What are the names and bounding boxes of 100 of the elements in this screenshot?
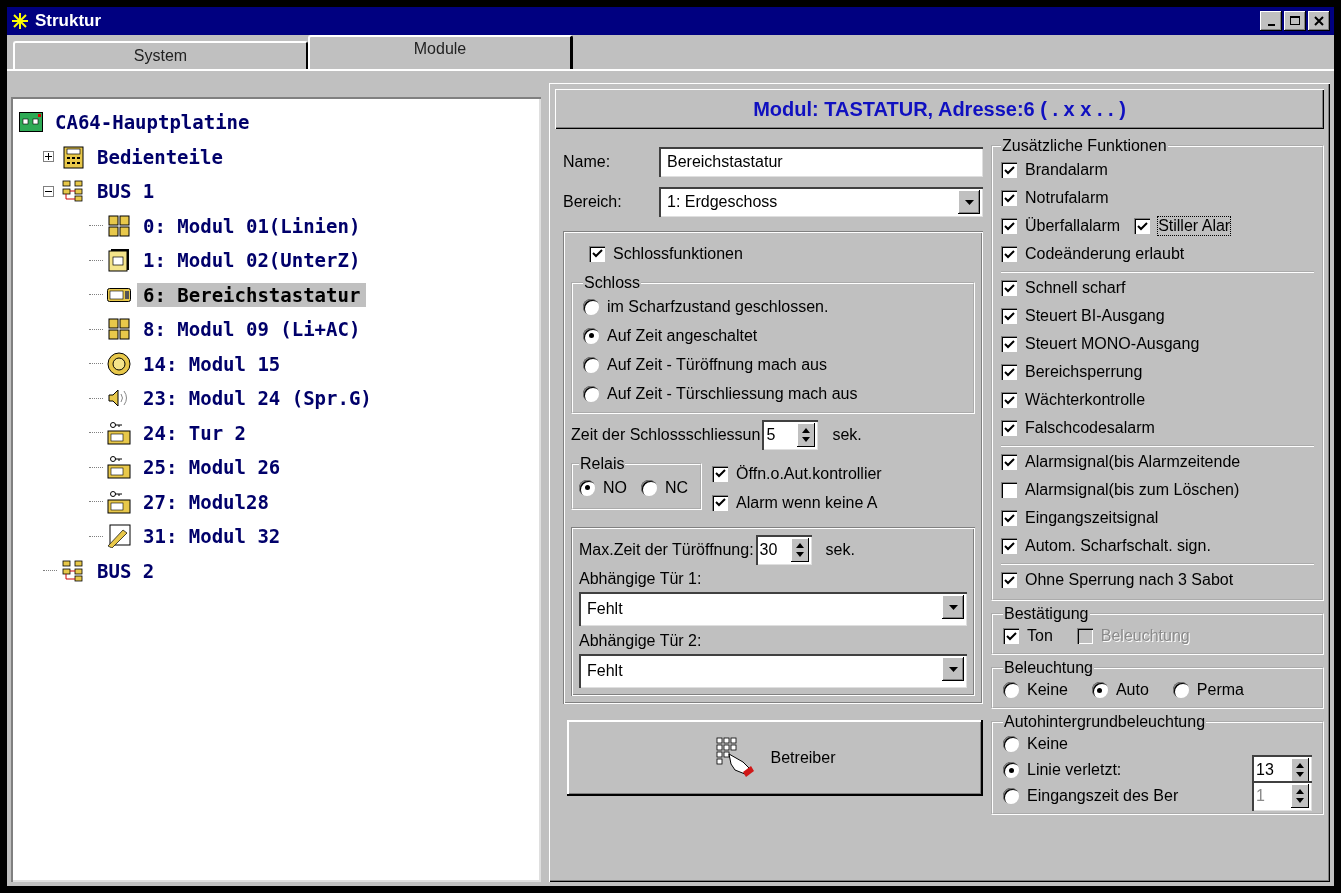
group-title: Zusätzliche Funktionen	[1001, 137, 1168, 155]
checkbox[interactable]	[1001, 482, 1017, 498]
disc-icon	[107, 351, 131, 376]
radio-button[interactable]	[583, 356, 599, 373]
tab[interactable]: System	[13, 41, 308, 69]
tree-item[interactable]: 0: Modul 01(Linien)	[137, 213, 367, 238]
star-icon	[11, 12, 29, 30]
radio-label: Eingangszeit des Ber	[1027, 787, 1179, 805]
checkbox-label: Steuert MONO-Ausgang	[1025, 335, 1200, 353]
tree-item[interactable]: 14: Modul 15	[137, 351, 287, 376]
expand-toggle[interactable]	[43, 151, 57, 163]
radio-button[interactable]	[641, 479, 657, 496]
minimize-button[interactable]	[1260, 11, 1282, 31]
tree-item[interactable]: 24: Tur 2	[137, 420, 252, 445]
radio-label: Keine	[1027, 681, 1068, 699]
spin-arrows-icon	[790, 537, 809, 562]
checkbox[interactable]	[1001, 336, 1017, 352]
checkbox[interactable]	[1001, 454, 1017, 470]
checkbox-label: Öffn.o.Aut.kontrollier	[736, 464, 882, 483]
checkbox[interactable]	[1001, 280, 1017, 296]
operator-button[interactable]: Betreiber	[567, 720, 983, 796]
module-icon	[107, 213, 131, 238]
checkbox[interactable]	[589, 245, 605, 262]
radio-button[interactable]	[1172, 682, 1189, 698]
number-field[interactable]: 30	[755, 534, 812, 565]
radio-label: Auto	[1115, 681, 1149, 699]
area-dropdown[interactable]: 1: Erdgeschoss	[659, 187, 983, 217]
minimize-icon	[1267, 24, 1275, 26]
tree-item[interactable]: 1: Modul 02(UnterZ)	[137, 248, 367, 273]
keyboard-icon	[107, 287, 131, 302]
radio-label: Auf Zeit - Türöffnung mach aus	[607, 355, 827, 374]
checkbox-label: Wächterkontrolle	[1025, 391, 1146, 409]
tree-item[interactable]: 27: Modul28	[137, 489, 275, 514]
expand-toggle[interactable]	[43, 185, 57, 197]
tree-item[interactable]: CA64-Hauptplatine	[49, 110, 256, 135]
radio-label: Auf Zeit angeschaltet	[607, 326, 758, 345]
close-icon	[1314, 16, 1324, 26]
group-title: Bestätigung	[1003, 605, 1090, 623]
radio-button[interactable]	[1003, 788, 1019, 804]
close-button[interactable]	[1308, 11, 1330, 31]
radio-button[interactable]	[1003, 736, 1019, 752]
checkbox[interactable]	[1001, 392, 1017, 408]
checkbox[interactable]	[712, 465, 729, 482]
name-field[interactable]: Bereichstastatur	[659, 147, 983, 177]
tree-item[interactable]: 6: Bereichstastatur	[137, 282, 367, 307]
tree-item[interactable]: 23: Modul 24 (Spr.G)	[137, 386, 378, 411]
network-icon	[61, 179, 85, 204]
checkbox[interactable]	[1001, 510, 1017, 526]
tab[interactable]: Module	[308, 35, 573, 69]
checkbox[interactable]	[1001, 420, 1017, 436]
module-header: Modul: TASTATUR, Adresse:6 ( . x x . . )	[555, 89, 1324, 129]
checkbox[interactable]	[1134, 218, 1151, 234]
key-keypad-icon	[107, 489, 131, 514]
checkbox-label: Alarm wenn keine A	[736, 493, 878, 512]
tree-item[interactable]: Bedienteile	[91, 144, 229, 169]
door-dropdown[interactable]: Fehlt	[579, 592, 967, 626]
maximize-button[interactable]	[1284, 11, 1306, 31]
checkbox[interactable]	[1001, 308, 1017, 324]
tree-item[interactable]: 8: Modul 09 (Li+AC)	[137, 317, 367, 342]
radio-button[interactable]	[579, 479, 595, 496]
checkbox-label: Ton	[1027, 627, 1053, 645]
checkbox-label: Bereichsperrung	[1025, 363, 1143, 381]
network-icon	[61, 558, 85, 583]
checkbox-label: Eingangszeitsignal	[1025, 509, 1159, 527]
number-field[interactable]: 5	[762, 419, 819, 450]
tree-item[interactable]: 25: Modul 26	[137, 455, 287, 480]
checkbox-label: Stiller Alar	[1158, 217, 1231, 235]
radio-button[interactable]	[1091, 682, 1108, 698]
checkbox-label: Überfallalarm	[1025, 217, 1121, 235]
tree-item[interactable]: 31: Modul 32	[137, 524, 287, 549]
radio-label: NC	[665, 478, 689, 497]
radio-button[interactable]	[583, 327, 599, 344]
checkbox-label: Brandalarm	[1025, 161, 1108, 179]
radio-button[interactable]	[1003, 682, 1019, 698]
unit-label: sek.	[832, 425, 862, 444]
checkbox[interactable]	[1001, 538, 1017, 554]
module-icon	[107, 317, 131, 342]
checkbox[interactable]	[1001, 218, 1017, 234]
radio-button[interactable]	[1003, 762, 1019, 778]
checkbox[interactable]	[1001, 246, 1017, 262]
radio-label: Perma	[1196, 681, 1244, 699]
checkbox-label: Notrufalarm	[1025, 189, 1109, 207]
group-title: Autohintergrundbeleuchtung	[1003, 713, 1207, 731]
tree-item[interactable]: BUS 1	[91, 179, 161, 204]
name-label: Name:	[563, 153, 612, 171]
checkbox[interactable]	[1001, 572, 1017, 588]
dependent-door-label: Abhängige Tür 1:	[579, 570, 703, 588]
checkbox[interactable]	[1001, 162, 1017, 178]
checkbox[interactable]	[1001, 190, 1017, 206]
checkbox-label: Steuert BI-Ausgang	[1025, 307, 1165, 325]
checkbox-label: Alarmsignal(bis zum Löschen)	[1025, 481, 1240, 499]
area-label: Bereich:	[563, 193, 623, 211]
tree-item[interactable]: BUS 2	[91, 558, 161, 583]
checkbox[interactable]	[712, 494, 729, 511]
radio-button[interactable]	[583, 298, 599, 315]
door-dropdown[interactable]: Fehlt	[579, 654, 967, 688]
key-keypad-icon	[107, 420, 131, 445]
checkbox[interactable]	[1003, 628, 1019, 644]
checkbox[interactable]	[1001, 364, 1017, 380]
radio-button[interactable]	[583, 385, 599, 402]
